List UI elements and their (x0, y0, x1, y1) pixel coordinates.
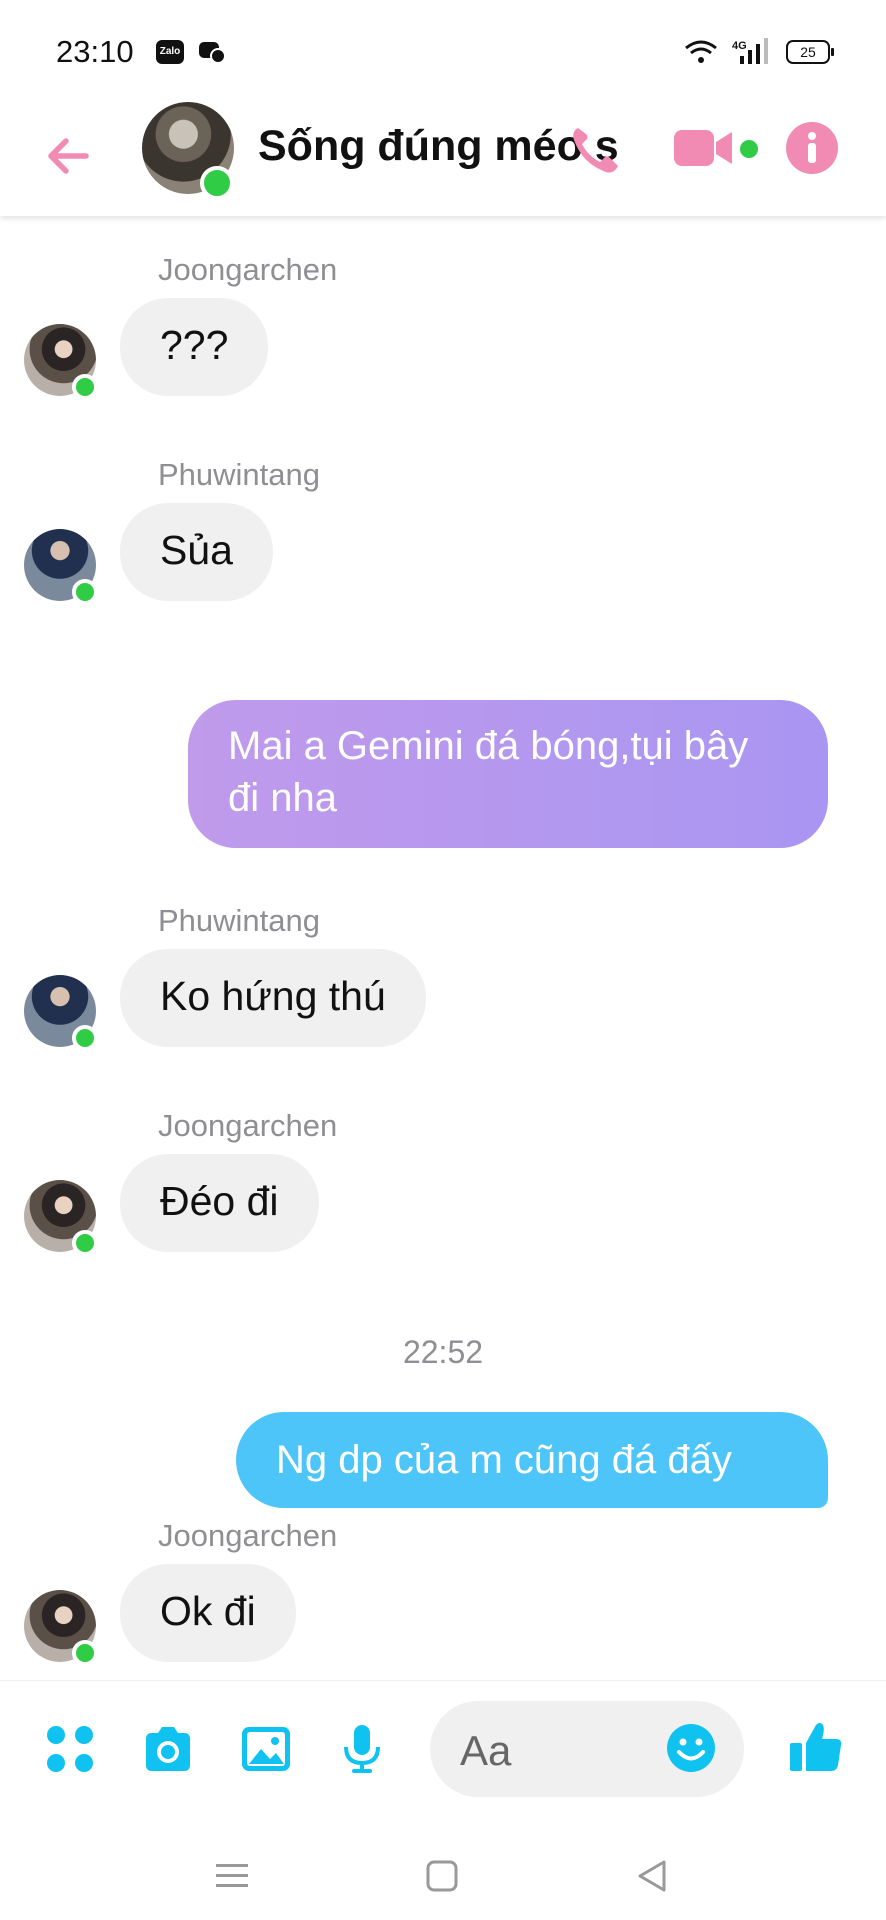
message-input-placeholder: Aa (460, 1727, 512, 1774)
online-indicator (72, 374, 98, 400)
emoji-icon[interactable] (666, 1723, 716, 1773)
sender-name: Phuwintang (158, 457, 321, 492)
back-nav-icon[interactable] (634, 1858, 670, 1894)
battery-icon: 25 (786, 40, 834, 64)
status-time: 23:10 (56, 34, 134, 69)
message-bubble-incoming[interactable]: Sủa (120, 503, 273, 601)
status-icons: 4G 25 (684, 38, 834, 66)
message-bubble-incoming[interactable]: ??? (120, 298, 269, 396)
zalo-icon: Zalo (156, 40, 184, 64)
microphone-icon[interactable] (336, 1723, 388, 1775)
online-indicator (72, 1640, 98, 1666)
system-navigation-bar (0, 1820, 886, 1920)
sender-name: Phuwintang (158, 903, 321, 938)
sender-name: Joongarchen (158, 1108, 338, 1143)
sender-name: Joongarchen (158, 1518, 338, 1553)
message-timestamp: 22:52 (402, 1334, 484, 1370)
home-icon[interactable] (424, 1858, 460, 1894)
chat-header: Sống đúng méo s (0, 100, 886, 216)
apps-grid-icon[interactable] (44, 1723, 96, 1775)
thumbs-up-icon[interactable] (788, 1719, 844, 1775)
message-input[interactable]: Aa (430, 1701, 744, 1797)
network-type-label: 4G (732, 40, 747, 52)
message-bubble-incoming[interactable]: Đéo đi (120, 1154, 319, 1252)
status-bar: 23:10 Zalo 4G 25 (0, 0, 886, 100)
info-icon[interactable] (786, 122, 838, 174)
online-indicator (72, 1025, 98, 1051)
message-bubble-incoming[interactable]: Ok đi (120, 1564, 296, 1662)
online-indicator (72, 1230, 98, 1256)
wifi-icon (685, 40, 717, 63)
phone-call-icon[interactable] (566, 122, 622, 178)
back-arrow-icon[interactable] (42, 128, 98, 184)
online-indicator (200, 166, 234, 200)
message-composer: Aa (0, 1680, 886, 1821)
message-bubble-outgoing[interactable]: Ng dp của m cũng đá đấy (236, 1412, 828, 1508)
signal-4g-icon: 4G (732, 38, 768, 64)
gallery-icon[interactable] (240, 1723, 292, 1775)
active-call-dot (740, 140, 758, 158)
online-indicator (72, 579, 98, 605)
message-bubble-incoming[interactable]: Ko hứng thú (120, 949, 426, 1047)
camera-icon[interactable] (142, 1723, 194, 1775)
sender-name: Joongarchen (158, 252, 338, 287)
conversation-title[interactable]: Sống đúng méo s (258, 122, 619, 171)
video-call-icon[interactable] (674, 128, 734, 168)
recent-apps-icon[interactable] (214, 1858, 250, 1894)
messenger-notification-icon (199, 42, 226, 64)
message-bubble-outgoing[interactable]: Mai a Gemini đá bóng,tụi bây đi nha (188, 700, 828, 848)
